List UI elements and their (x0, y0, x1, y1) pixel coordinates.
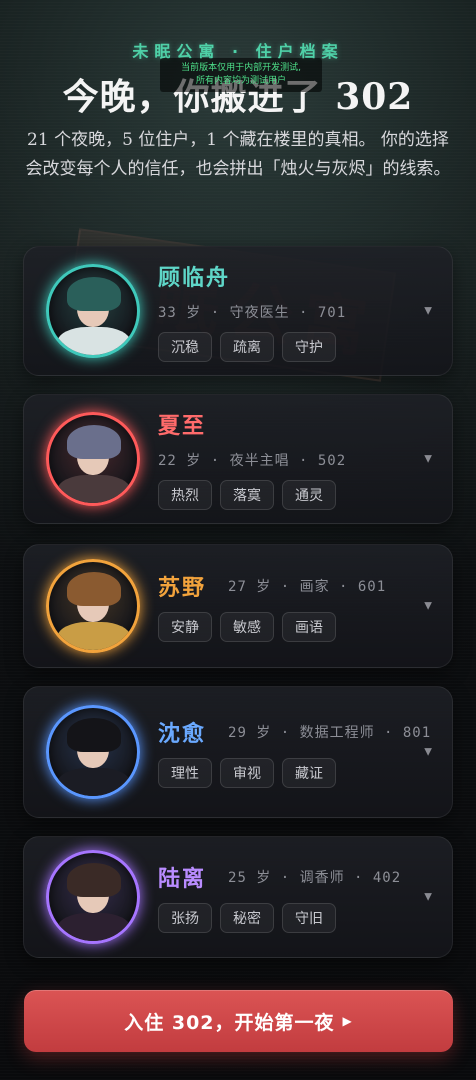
resident-tags: 安静 敏感 画语 (158, 612, 452, 642)
resident-meta: 22 岁 · 夜半主唱 · 502 (158, 453, 347, 469)
trait-tag: 画语 (282, 612, 336, 642)
resident-info: 夏至 22 岁 · 夜半主唱 · 502 热烈 落寞 通灵 (158, 408, 452, 510)
resident-meta: 27 岁 · 画家 · 601 (228, 579, 387, 595)
resident-card[interactable]: 苏野 27 岁 · 画家 · 601 安静 敏感 画语 ▼ (23, 544, 453, 668)
resident-card[interactable]: 陆离 25 岁 · 调香师 · 402 张扬 秘密 守旧 ▼ (23, 836, 453, 958)
resident-name: 陆离 (158, 866, 207, 892)
resident-card[interactable]: 沈愈 29 岁 · 数据工程师 · 801 理性 审视 藏证 ▼ (23, 686, 453, 818)
resident-avatar (46, 850, 140, 944)
resident-meta: 33 岁 · 守夜医生 · 701 (158, 305, 347, 321)
trait-tag: 落寞 (220, 480, 274, 510)
trait-tag: 审视 (220, 758, 274, 788)
resident-avatar (46, 412, 140, 506)
resident-name: 夏至 (158, 413, 207, 439)
dev-notice: 当前版本仅用于内部开发测试, 所有内容均为测试用户 (160, 58, 322, 92)
resident-name: 顾临舟 (158, 265, 231, 291)
trait-tag: 沉稳 (158, 332, 212, 362)
resident-meta: 25 岁 · 调香师 · 402 (228, 870, 402, 886)
resident-name: 沈愈 (158, 721, 207, 747)
resident-card[interactable]: 夏至 22 岁 · 夜半主唱 · 502 热烈 落寞 通灵 ▼ (23, 394, 453, 524)
resident-meta: 29 岁 · 数据工程师 · 801 (228, 725, 432, 741)
trait-tag: 守护 (282, 332, 336, 362)
trait-tag: 安静 (158, 612, 212, 642)
trait-tag: 秘密 (220, 903, 274, 933)
move-in-button[interactable]: 入住 302，开始第一夜 ▶ (24, 990, 453, 1052)
resident-info: 顾临舟 33 岁 · 守夜医生 · 701 沉稳 疏离 守护 (158, 260, 452, 362)
trait-tag: 守旧 (282, 903, 336, 933)
resident-tags: 张扬 秘密 守旧 (158, 903, 452, 933)
resident-card[interactable]: 顾临舟 33 岁 · 守夜医生 · 701 沉稳 疏离 守护 ▼ (23, 246, 453, 376)
resident-tags: 理性 审视 藏证 (158, 758, 452, 788)
trait-tag: 藏证 (282, 758, 336, 788)
chevron-down-icon[interactable]: ▼ (424, 306, 432, 317)
dev-notice-line2: 所有内容均为测试用户 (195, 76, 286, 86)
resident-avatar (46, 559, 140, 653)
play-arrow-icon: ▶ (342, 1014, 353, 1028)
trait-tag: 热烈 (158, 480, 212, 510)
resident-info: 苏野 27 岁 · 画家 · 601 安静 敏感 画语 (158, 570, 452, 642)
resident-info: 沈愈 29 岁 · 数据工程师 · 801 理性 审视 藏证 (158, 716, 452, 788)
chevron-down-icon[interactable]: ▼ (424, 892, 432, 903)
resident-info: 陆离 25 岁 · 调香师 · 402 张扬 秘密 守旧 (158, 861, 452, 933)
trait-tag: 张扬 (158, 903, 212, 933)
resident-tags: 沉稳 疏离 守护 (158, 332, 452, 362)
chevron-down-icon[interactable]: ▼ (424, 454, 432, 465)
dev-notice-line1: 当前版本仅用于内部开发测试, (181, 63, 301, 73)
resident-avatar (46, 705, 140, 799)
page-subtitle: 21 个夜晚，5 位住户，1 个藏在楼里的真相。 你的选择会改变每个人的信任，也… (25, 130, 451, 179)
resident-tags: 热烈 落寞 通灵 (158, 480, 452, 510)
chevron-down-icon[interactable]: ▼ (424, 747, 432, 758)
trait-tag: 敏感 (220, 612, 274, 642)
chevron-down-icon[interactable]: ▼ (424, 601, 432, 612)
resident-list: 顾临舟 33 岁 · 守夜医生 · 701 沉稳 疏离 守护 ▼ 夏至 22 岁 · 夜半主唱… (23, 246, 453, 976)
resident-name: 苏野 (158, 575, 207, 601)
resident-avatar (46, 264, 140, 358)
trait-tag: 疏离 (220, 332, 274, 362)
trait-tag: 通灵 (282, 480, 336, 510)
trait-tag: 理性 (158, 758, 212, 788)
move-in-button-label: 入住 302，开始第一夜 (124, 1011, 335, 1034)
